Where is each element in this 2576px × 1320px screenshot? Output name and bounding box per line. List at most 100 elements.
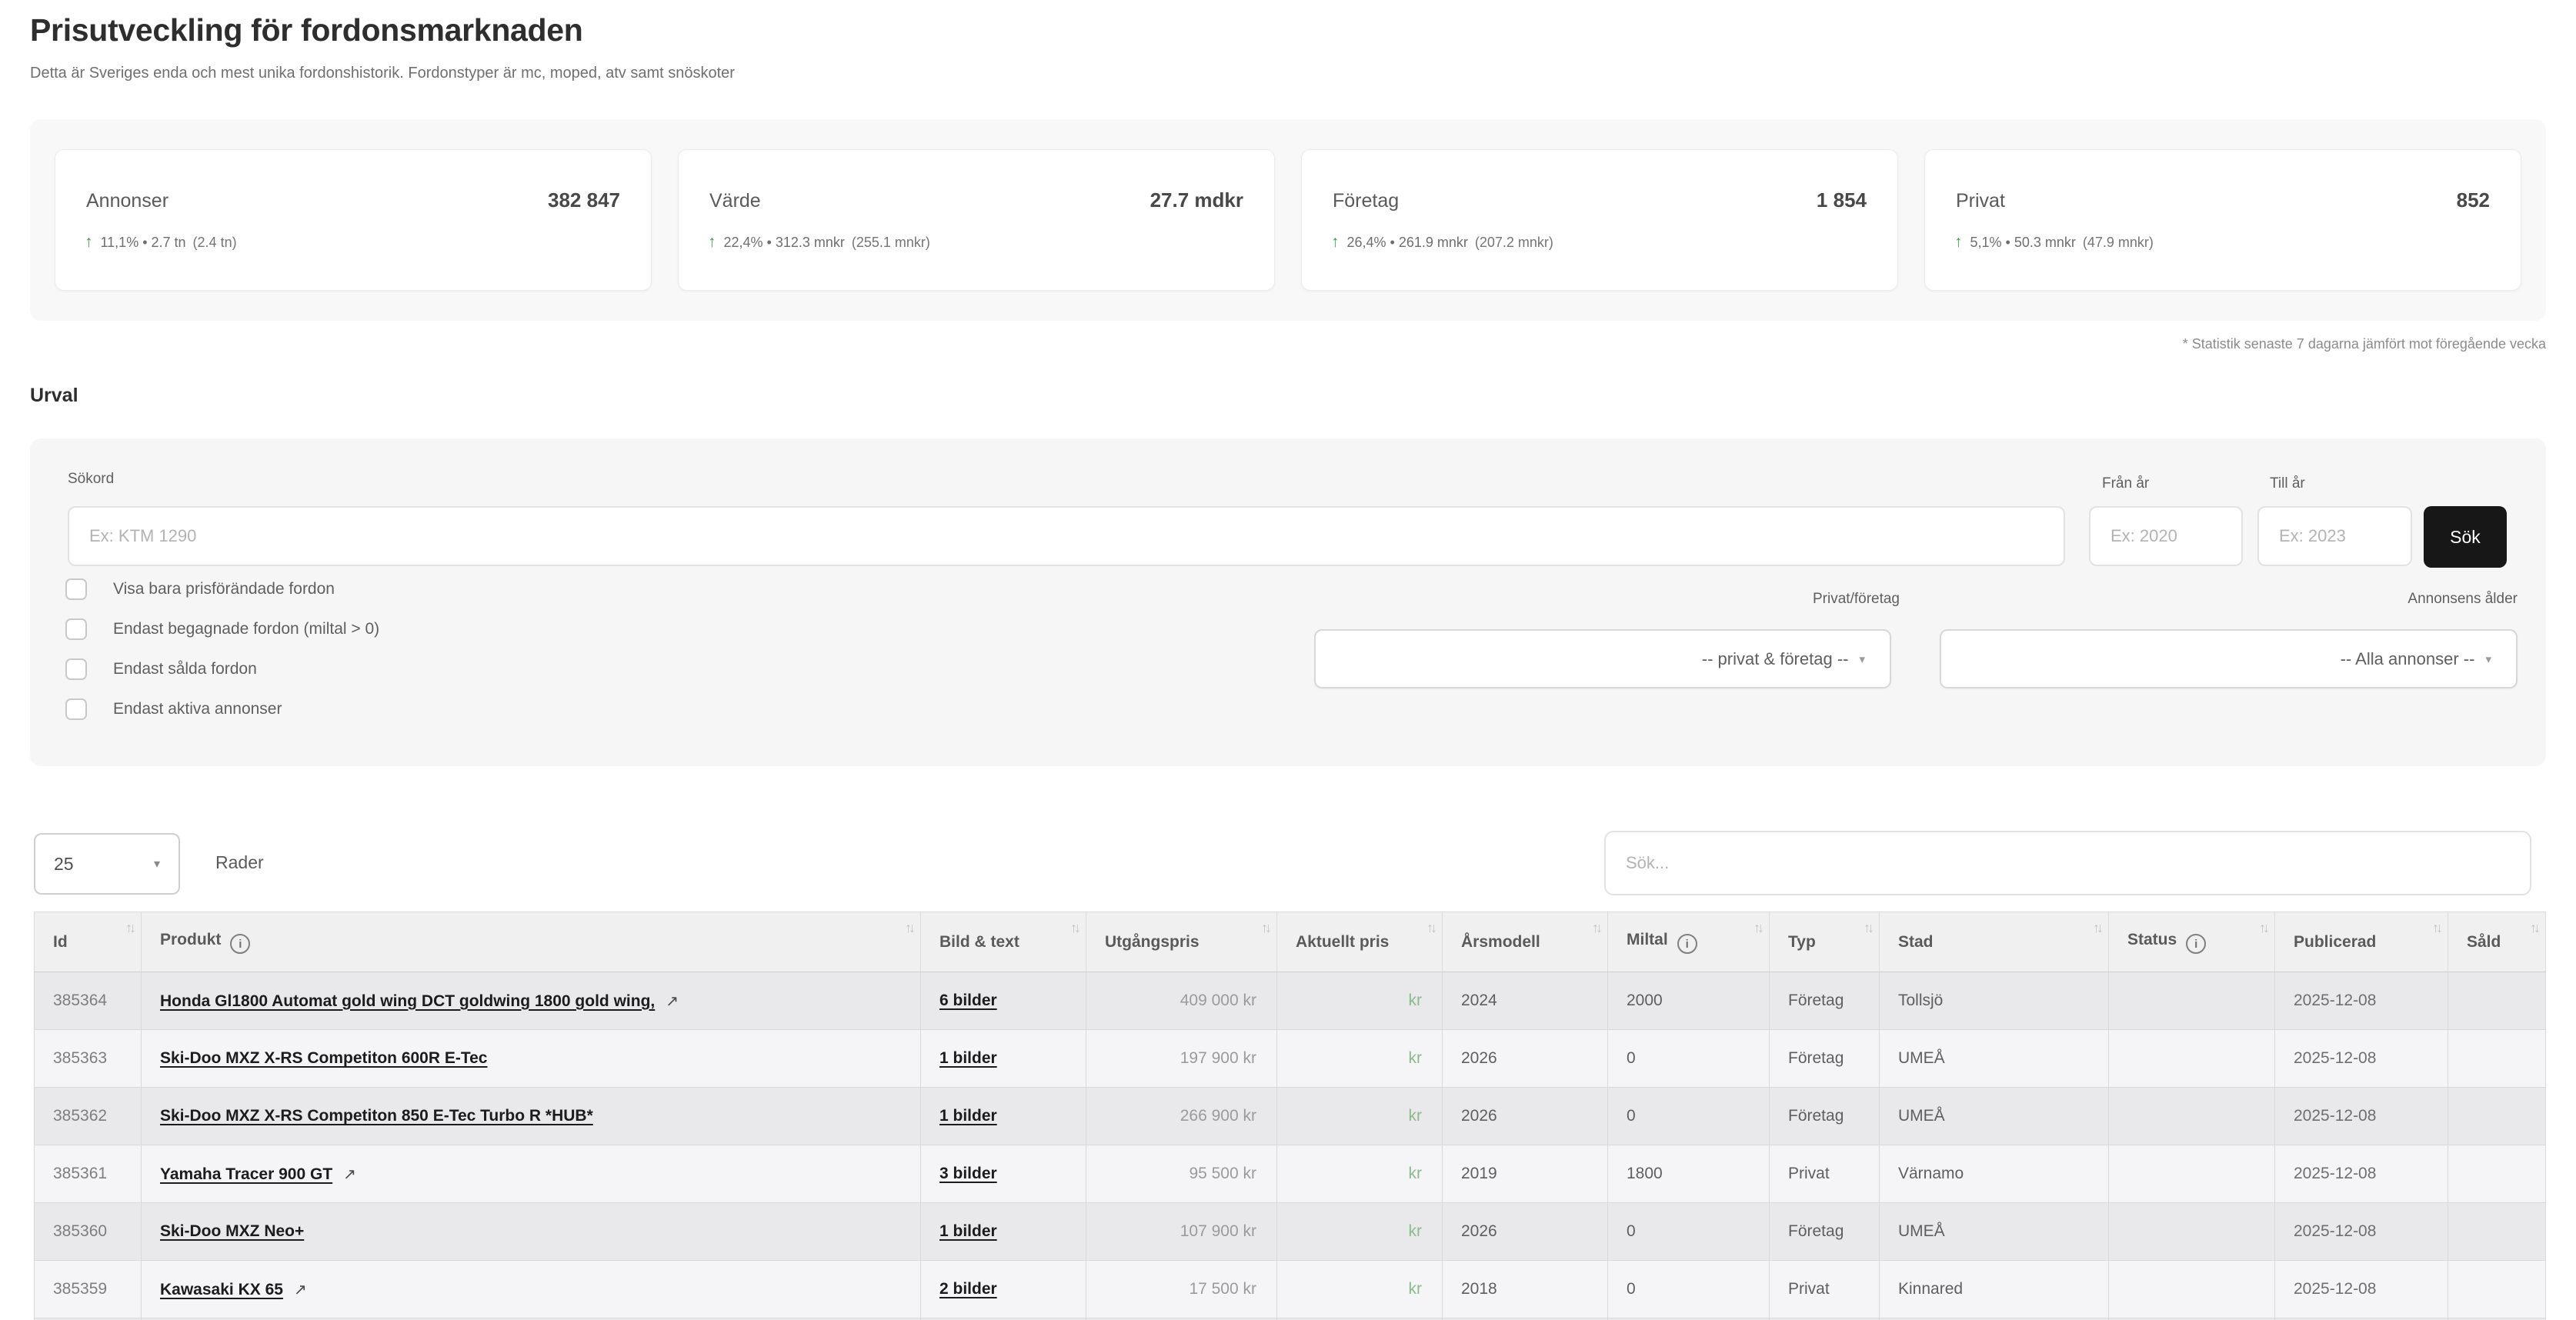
column-header-publicerad[interactable]: Publicerad↑↓ — [2275, 912, 2448, 972]
sort-icon[interactable]: ↑↓ — [905, 920, 913, 936]
from-year-input[interactable] — [2089, 506, 2243, 566]
info-icon[interactable]: i — [1677, 934, 1697, 954]
keyword-input[interactable] — [68, 506, 2065, 566]
column-label: Årsmodell — [1461, 933, 1540, 951]
stat-label: Företag — [1333, 190, 1399, 212]
ad-age-select[interactable]: -- Alla annonser -- ▾ — [1940, 629, 2518, 688]
stat-delta-text: 22,4% • 312.3 mnkr — [724, 235, 845, 251]
private-company-select[interactable]: -- privat & företag -- ▾ — [1314, 629, 1891, 688]
table-row: 385359Kawasaki KX 65↗2 bilder17 500 krkr… — [35, 1261, 2546, 1318]
chevron-down-icon: ▾ — [154, 856, 160, 872]
till-year-input[interactable] — [2257, 506, 2412, 566]
external-link-icon[interactable]: ↗ — [343, 1166, 356, 1183]
cell-start-price: 17 500 kr — [1086, 1261, 1277, 1318]
private-company-select-value: -- privat & företag -- — [1702, 649, 1849, 669]
product-link[interactable]: Ski-Doo MXZ X-RS Competiton 600R E-Tec — [160, 1049, 488, 1067]
cell-id: 385359 — [35, 1261, 142, 1318]
sort-icon[interactable]: ↑↓ — [2259, 920, 2267, 936]
page-title: Prisutveckling för fordonsmarknaden — [30, 12, 583, 48]
cell-year: 2026 — [1443, 1088, 1608, 1145]
checkbox[interactable] — [65, 658, 87, 680]
info-icon[interactable]: i — [2186, 934, 2206, 954]
cell-year: 2026 — [1443, 1203, 1608, 1261]
column-header-s-ld[interactable]: Såld↑↓ — [2448, 912, 2546, 972]
filter-checkbox-row: Endast sålda fordon — [65, 649, 379, 689]
stat-delta-prev: (2.4 tn) — [193, 235, 237, 251]
external-link-icon[interactable]: ↗ — [666, 993, 679, 1010]
sort-icon[interactable]: ↑↓ — [1753, 920, 1761, 936]
column-header-produkt[interactable]: Produkti↑↓ — [142, 912, 921, 972]
cell-sold — [2448, 1030, 2546, 1088]
cell-sold — [2448, 1261, 2546, 1318]
images-link[interactable]: 1 bilder — [939, 1049, 997, 1067]
external-link-icon[interactable]: ↗ — [294, 1282, 307, 1298]
cell-sold — [2448, 1203, 2546, 1261]
chevron-down-icon: ▾ — [2485, 652, 2491, 666]
cell-year: 2019 — [1443, 1145, 1608, 1203]
product-link[interactable]: Ski-Doo MXZ X-RS Competiton 850 E-Tec Tu… — [160, 1107, 593, 1125]
rows-per-page-select[interactable]: 25 ▾ — [34, 833, 180, 895]
cell-images: 6 bilder — [921, 972, 1086, 1030]
stat-value: 27.7 mdkr — [1150, 188, 1243, 212]
cell-product: Ski-Doo MXZ X-RS Competiton 600R E-Tec — [142, 1030, 921, 1088]
sort-icon[interactable]: ↑↓ — [2093, 920, 2101, 936]
column-header-stad[interactable]: Stad↑↓ — [1880, 912, 2109, 972]
stats-section: Annonser382 847↑11,1% • 2.7 tn(2.4 tn) Vä… — [30, 119, 2546, 321]
sort-icon[interactable]: ↑↓ — [1070, 920, 1078, 936]
table-row: 385360Ski-Doo MXZ Neo+1 bilder107 900 kr… — [35, 1203, 2546, 1261]
product-link[interactable]: Ski-Doo MXZ Neo+ — [160, 1222, 304, 1240]
sort-icon[interactable]: ↑↓ — [2530, 920, 2538, 936]
stat-label: Privat — [1956, 190, 2005, 212]
images-link[interactable]: 6 bilder — [939, 992, 997, 1009]
product-link[interactable]: Yamaha Tracer 900 GT — [160, 1165, 332, 1183]
column-header-status[interactable]: Statusi↑↓ — [2109, 912, 2275, 972]
column-header-typ[interactable]: Typ↑↓ — [1770, 912, 1880, 972]
column-header-miltal[interactable]: Miltali↑↓ — [1608, 912, 1770, 972]
checkbox[interactable] — [65, 578, 87, 600]
column-header-aktuellt-pris[interactable]: Aktuellt pris ↑↓ — [1277, 912, 1443, 972]
cell-id: 385364 — [35, 972, 142, 1030]
images-link[interactable]: 1 bilder — [939, 1107, 997, 1125]
cell-mileage: 0 — [1608, 1203, 1770, 1261]
info-icon[interactable]: i — [230, 934, 250, 954]
search-button[interactable]: Sök — [2424, 506, 2507, 568]
ad-age-label: Annonsens ålder — [1940, 591, 2518, 608]
filter-checkboxes: Visa bara prisförändade fordonEndast beg… — [65, 569, 379, 729]
sort-icon[interactable]: ↑↓ — [1426, 920, 1434, 936]
images-link[interactable]: 1 bilder — [939, 1222, 997, 1240]
checkbox[interactable] — [65, 618, 87, 640]
sort-icon[interactable]: ↑↓ — [1592, 920, 1600, 936]
cell-images: 2 bilder — [921, 1261, 1086, 1318]
stat-card-header: Värde27.7 mdkr — [709, 188, 1243, 212]
stats-note: * Statistik senaste 7 dagarna jämfört mo… — [2183, 336, 2546, 352]
column-header-utg-ngspris[interactable]: Utgångspris↑↓ — [1086, 912, 1277, 972]
filter-panel: Sökord Från år Till år Sök Visa bara pri… — [30, 438, 2546, 766]
cell-published: 2025-12-08 — [2275, 1088, 2448, 1145]
sort-icon[interactable]: ↑↓ — [125, 920, 133, 936]
trend-up-icon: ↑ — [85, 233, 93, 252]
cell-year: 2026 — [1443, 1030, 1608, 1088]
stat-value: 1 854 — [1817, 188, 1867, 212]
product-link[interactable]: Honda Gl1800 Automat gold wing DCT goldw… — [160, 992, 655, 1010]
sort-icon[interactable]: ↑↓ — [1261, 920, 1269, 936]
images-link[interactable]: 2 bilder — [939, 1280, 997, 1298]
column-label: Aktuellt pris — [1296, 933, 1389, 951]
cell-city: Kinnared — [1880, 1261, 2109, 1318]
cell-mileage: 1800 — [1608, 1145, 1770, 1203]
column-header-id[interactable]: Id↑↓ — [35, 912, 142, 972]
sort-icon[interactable]: ↑↓ — [2432, 920, 2440, 936]
sort-icon[interactable]: ↑↓ — [1864, 920, 1871, 936]
cell-sold — [2448, 972, 2546, 1030]
cell-type: Företag — [1770, 972, 1880, 1030]
product-link[interactable]: Kawasaki KX 65 — [160, 1281, 283, 1298]
stat-delta: ↑5,1% • 50.3 mnkr(47.9 mnkr) — [1954, 233, 2154, 252]
table-search-input[interactable] — [1604, 831, 2531, 895]
checkbox[interactable] — [65, 698, 87, 720]
images-link[interactable]: 3 bilder — [939, 1165, 997, 1182]
column-header-rsmodell[interactable]: Årsmodell ↑↓ — [1443, 912, 1608, 972]
private-company-label: Privat/företag — [1314, 591, 1900, 608]
column-header-bild-text[interactable]: Bild & text↑↓ — [921, 912, 1086, 972]
cell-id: 385361 — [35, 1145, 142, 1203]
cell-published: 2025-12-08 — [2275, 1203, 2448, 1261]
stat-card: Annonser382 847↑11,1% • 2.7 tn(2.4 tn) — [55, 149, 652, 291]
